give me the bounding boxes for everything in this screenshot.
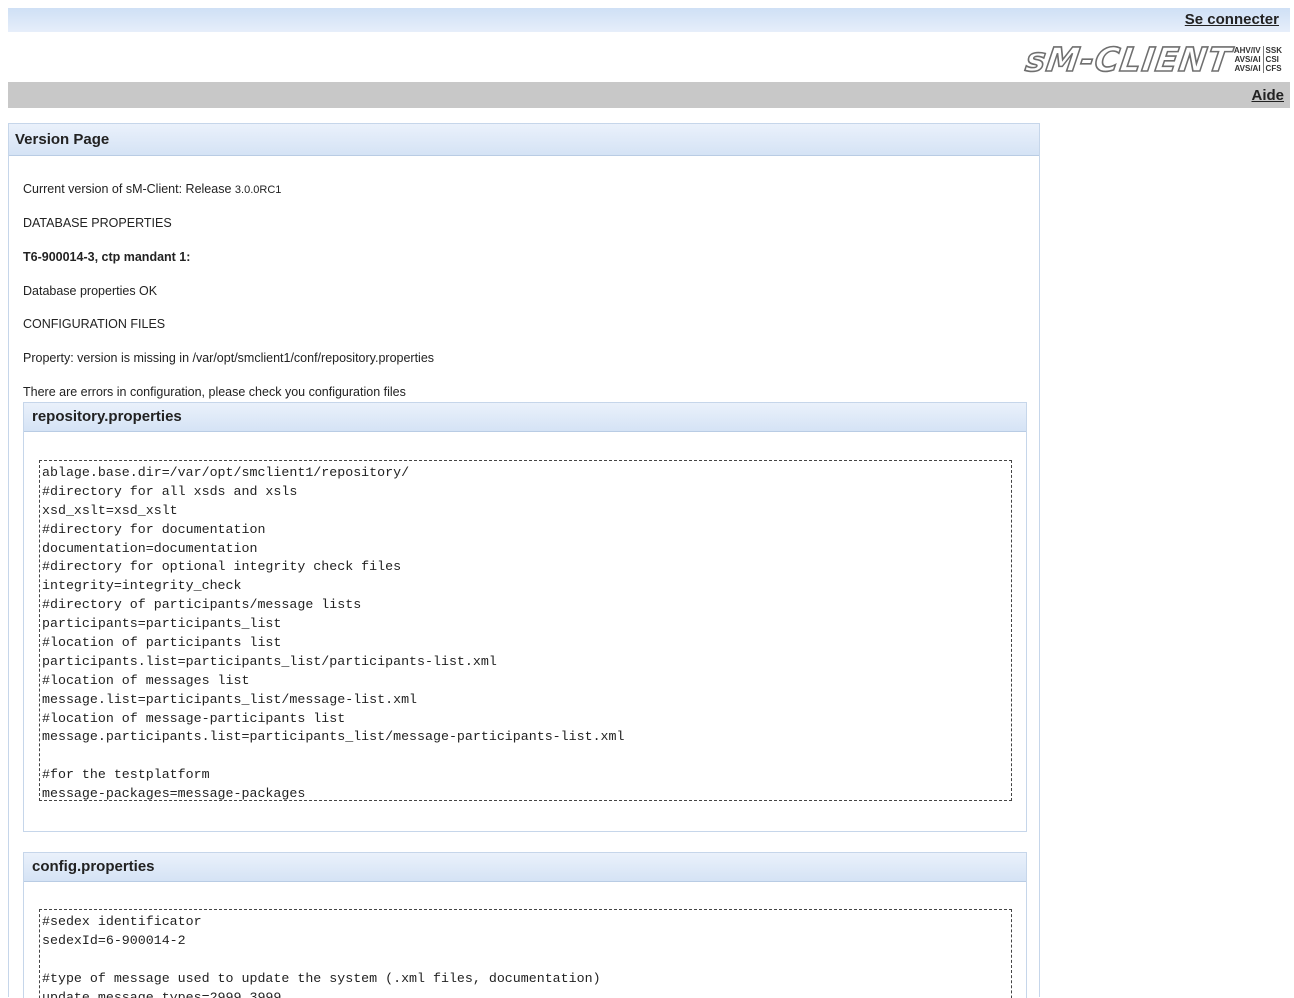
logo-code: CFS xyxy=(1265,64,1282,73)
code-line: message.participants.list=participants_l… xyxy=(42,729,625,745)
help-link[interactable]: Aide xyxy=(1251,87,1284,104)
logo-code: CSI xyxy=(1265,55,1279,64)
logo-codes: AHV/IV AVS/AI AVS/AI SSK CSI CFS xyxy=(1234,46,1282,73)
code-line: sedexId=6-900014-2 xyxy=(42,932,186,948)
missing-property-message: Property: version is missing in /var/opt… xyxy=(23,351,435,365)
code-line: #for the testplatform xyxy=(42,767,210,783)
db-section-title: DATABASE PROPERTIES xyxy=(23,216,172,230)
code-line: xsd_xslt=xsd_xslt xyxy=(42,502,178,518)
code-line: ablage.base.dir=/var/opt/smclient1/repos… xyxy=(42,465,410,480)
sm-client-logo: sM-CLIENT AHV/IV AVS/AI AVS/AI SSK CSI C… xyxy=(1022,39,1282,80)
page-title: Version Page xyxy=(9,124,1039,156)
db-status: Database properties OK xyxy=(23,284,158,298)
code-line: message.list=participants_list/message-l… xyxy=(42,691,418,707)
menu-bar: Aide xyxy=(8,82,1290,108)
code-line: #sedex identificator xyxy=(42,914,202,929)
code-line: #directory of participants/message lists xyxy=(42,597,362,613)
code-line: message-packages=message-packages xyxy=(42,786,306,801)
code-line: #type of message used to update the syst… xyxy=(42,970,601,986)
version-panel: Version Page Current version of sM-Clien… xyxy=(8,123,1040,998)
logo-code: AVS/AI xyxy=(1234,55,1261,64)
version-label: Current version of sM-Client: Release xyxy=(23,182,232,196)
code-line: #location of message-participants list xyxy=(42,710,346,726)
code-line: integrity=integrity_check xyxy=(42,578,242,594)
mandant-label: T6-900014-3, ctp mandant 1: xyxy=(23,250,191,264)
logo-code: SSK xyxy=(1265,46,1282,55)
logo-code: AVS/AI xyxy=(1234,64,1261,73)
config-section-title: CONFIGURATION FILES xyxy=(23,317,166,331)
file-content-box[interactable]: #sedex identificator sedexId=6-900014-2 … xyxy=(39,909,1012,998)
top-bar: Se connecter xyxy=(8,8,1290,32)
logo-wordmark: sM-CLIENT xyxy=(1022,39,1234,80)
repository-properties-panel: repository.properties ablage.base.dir=/v… xyxy=(23,402,1027,832)
logo-code: AHV/IV xyxy=(1233,46,1261,55)
code-line: participants.list=participants_list/part… xyxy=(42,653,497,669)
code-line: #directory for all xsds and xsls xyxy=(42,483,298,499)
code-line: #directory for documentation xyxy=(42,521,266,537)
current-version: Current version of sM-Client: Release 3.… xyxy=(23,182,281,196)
code-line: #location of messages list xyxy=(42,672,250,688)
code-line: #directory for optional integrity check … xyxy=(42,559,402,575)
config-error-message: There are errors in configuration, pleas… xyxy=(23,385,406,399)
logo-row: sM-CLIENT AHV/IV AVS/AI AVS/AI SSK CSI C… xyxy=(8,32,1290,82)
file-content-box[interactable]: ablage.base.dir=/var/opt/smclient1/repos… xyxy=(39,460,1012,801)
version-value: 3.0.0RC1 xyxy=(234,184,282,196)
config-properties-panel: config.properties #sedex identificator s… xyxy=(23,852,1027,998)
code-line: #location of participants list xyxy=(42,635,282,651)
login-link[interactable]: Se connecter xyxy=(1185,11,1279,28)
file-title: repository.properties xyxy=(24,403,1026,432)
code-line: participants=participants_list xyxy=(42,616,282,632)
code-line: documentation=documentation xyxy=(42,540,258,556)
file-title: config.properties xyxy=(24,853,1026,882)
